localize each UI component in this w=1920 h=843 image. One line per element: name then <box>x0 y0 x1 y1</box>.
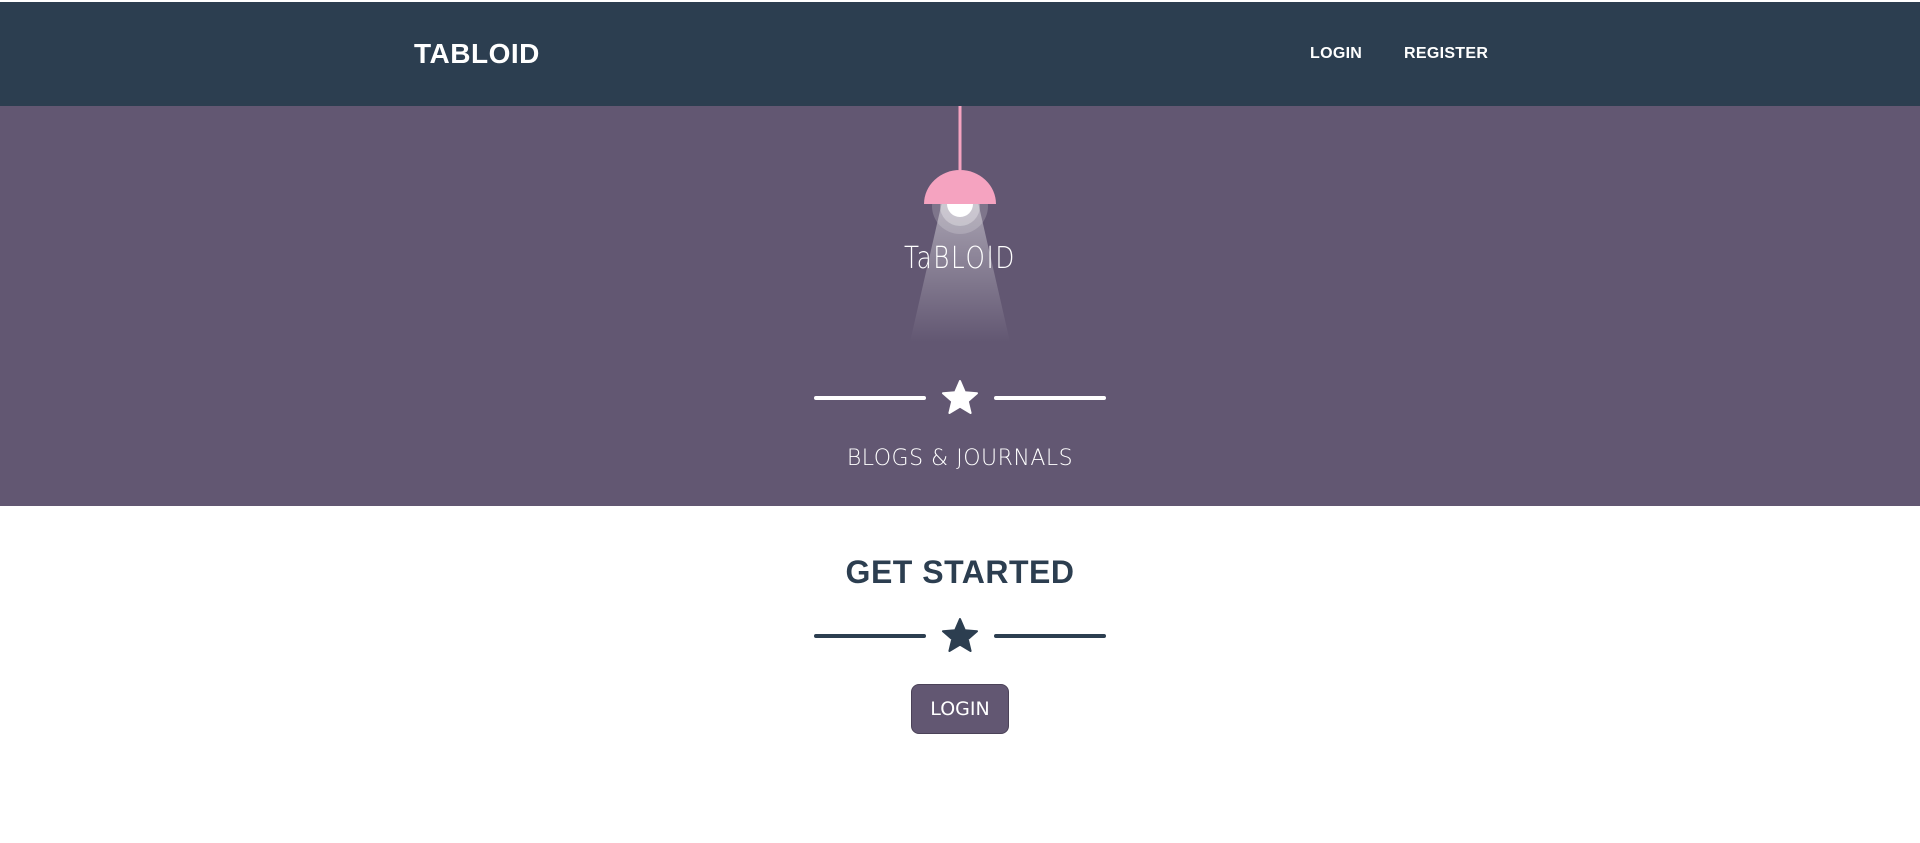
star-icon <box>942 618 978 652</box>
brand-logo-link[interactable]: TABLOID <box>414 38 540 70</box>
navbar: TABLOID LOGIN REGISTER <box>0 2 1920 106</box>
masthead-subheading: BLOGS & JOURNALS <box>846 446 1074 471</box>
masthead: TaBLOID BLOGS & JOURNALS <box>0 106 1920 506</box>
star-icon <box>942 380 978 414</box>
masthead-divider <box>814 378 1106 418</box>
lamp-logo-text: TaBLOID <box>904 241 1016 276</box>
divider-line-left <box>814 634 926 638</box>
divider-line-right <box>994 396 1106 400</box>
content-divider <box>814 616 1106 656</box>
divider-line-right <box>994 634 1106 638</box>
nav-login-link[interactable]: LOGIN <box>1310 45 1362 63</box>
login-button[interactable]: LOGIN <box>911 684 1009 734</box>
divider-line-left <box>814 396 926 400</box>
lamp-logo-image: TaBLOID <box>904 106 1016 342</box>
section-heading: GET STARTED <box>845 554 1075 590</box>
nav-register-link[interactable]: REGISTER <box>1404 45 1488 63</box>
